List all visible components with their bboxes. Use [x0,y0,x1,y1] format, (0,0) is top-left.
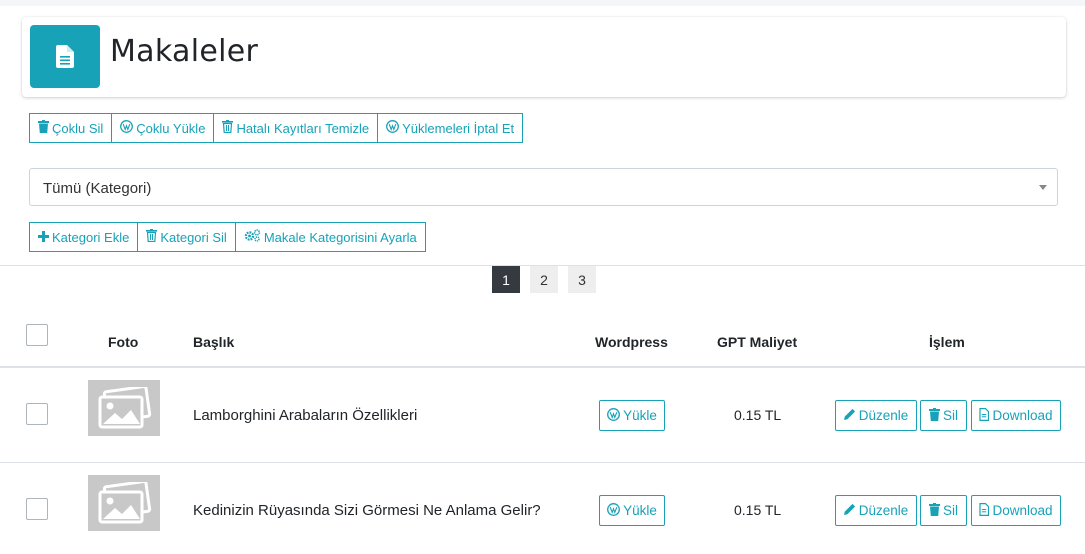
plus-icon [38,230,52,245]
wordpress-icon [386,120,402,136]
delete-label: Sil [942,503,958,518]
download-label: Download [992,503,1053,518]
article-title: Kedinizin Rüyasında Sizi Görmesi Ne Anla… [193,502,541,519]
photo-placeholder-icon [88,475,160,531]
delete-button[interactable]: Sil [920,495,967,526]
clear-errors-label: Hatalı Kayıtları Temizle [236,120,370,136]
delete-category-label: Kategori Sil [160,229,227,245]
trash-outline-icon [146,229,160,245]
cancel-uploads-label: Yüklemeleri İptal Et [402,120,515,136]
wordpress-icon [120,120,136,136]
gears-icon [244,229,264,245]
edit-button[interactable]: Düzenle [835,495,917,526]
row-divider [0,462,1085,463]
edit-label: Düzenle [858,503,909,518]
wordpress-upload-label: Yükle [623,408,657,423]
bulk-upload-button[interactable]: Çoklu Yükle [111,113,215,143]
cancel-uploads-button[interactable]: Yüklemeleri İptal Et [377,113,524,143]
file-icon [979,407,992,424]
row-checkbox[interactable] [26,498,48,520]
trash-icon [38,120,52,136]
wordpress-icon [607,407,623,424]
page-link-3[interactable]: 3 [568,266,596,293]
page-link-2[interactable]: 2 [530,266,558,293]
category-select-value: Tümü (Kategori) [43,180,152,197]
document-icon [30,25,100,88]
column-header-wordpress: Wordpress [595,334,668,350]
trash-outline-icon [222,120,236,136]
download-button[interactable]: Download [971,495,1061,526]
column-header-action: İşlem [929,334,965,350]
gpt-cost: 0.15 TL [734,407,782,423]
bulk-upload-label: Çoklu Yükle [136,120,206,136]
pencil-icon [843,408,859,423]
download-label: Download [992,408,1053,423]
clear-errors-button[interactable]: Hatalı Kayıtları Temizle [213,113,379,143]
bulk-delete-label: Çoklu Sil [52,120,104,136]
trash-icon [928,407,943,424]
page-title: Makaleler [110,34,259,69]
wordpress-icon [607,502,623,519]
category-toolbar: Kategori Ekle Kategori Sil Makale Katego… [29,222,426,252]
photo-placeholder-icon [88,380,160,436]
add-category-label: Kategori Ekle [52,229,130,245]
set-article-category-label: Makale Kategorisini Ayarla [263,229,417,245]
delete-label: Sil [942,408,958,423]
set-article-category-button[interactable]: Makale Kategorisini Ayarla [234,222,426,252]
article-title: Lamborghini Arabaların Özellikleri [193,407,418,424]
bulk-delete-button[interactable]: Çoklu Sil [29,113,113,143]
wordpress-upload-label: Yükle [623,503,657,518]
page-link-1[interactable]: 1 [492,266,520,293]
row-checkbox[interactable] [26,403,48,425]
table-header-divider [0,366,1085,368]
wordpress-upload-button[interactable]: Yükle [599,400,665,431]
trash-icon [928,502,943,519]
edit-label: Düzenle [858,408,909,423]
gpt-cost: 0.15 TL [734,502,782,518]
delete-button[interactable]: Sil [920,400,967,431]
download-button[interactable]: Download [971,400,1061,431]
category-select[interactable]: Tümü (Kategori) [29,168,1058,206]
delete-category-button[interactable]: Kategori Sil [137,222,236,252]
bulk-toolbar: Çoklu Sil Çoklu Yükle Hatalı Kayıtları T… [29,113,524,143]
column-header-gpt-cost: GPT Maliyet [717,334,798,350]
add-category-button[interactable]: Kategori Ekle [29,222,139,252]
page-header: Makaleler [22,17,1066,97]
select-all-checkbox[interactable] [26,324,48,346]
edit-button[interactable]: Düzenle [835,400,917,431]
caret-down-icon [1039,185,1047,190]
column-header-photo: Foto [108,334,139,350]
column-header-title: Başlık [193,334,235,350]
pencil-icon [843,503,859,518]
wordpress-upload-button[interactable]: Yükle [599,495,665,526]
top-strip [0,0,1085,6]
pagination: 1 2 3 [492,266,606,293]
file-icon [979,502,992,519]
